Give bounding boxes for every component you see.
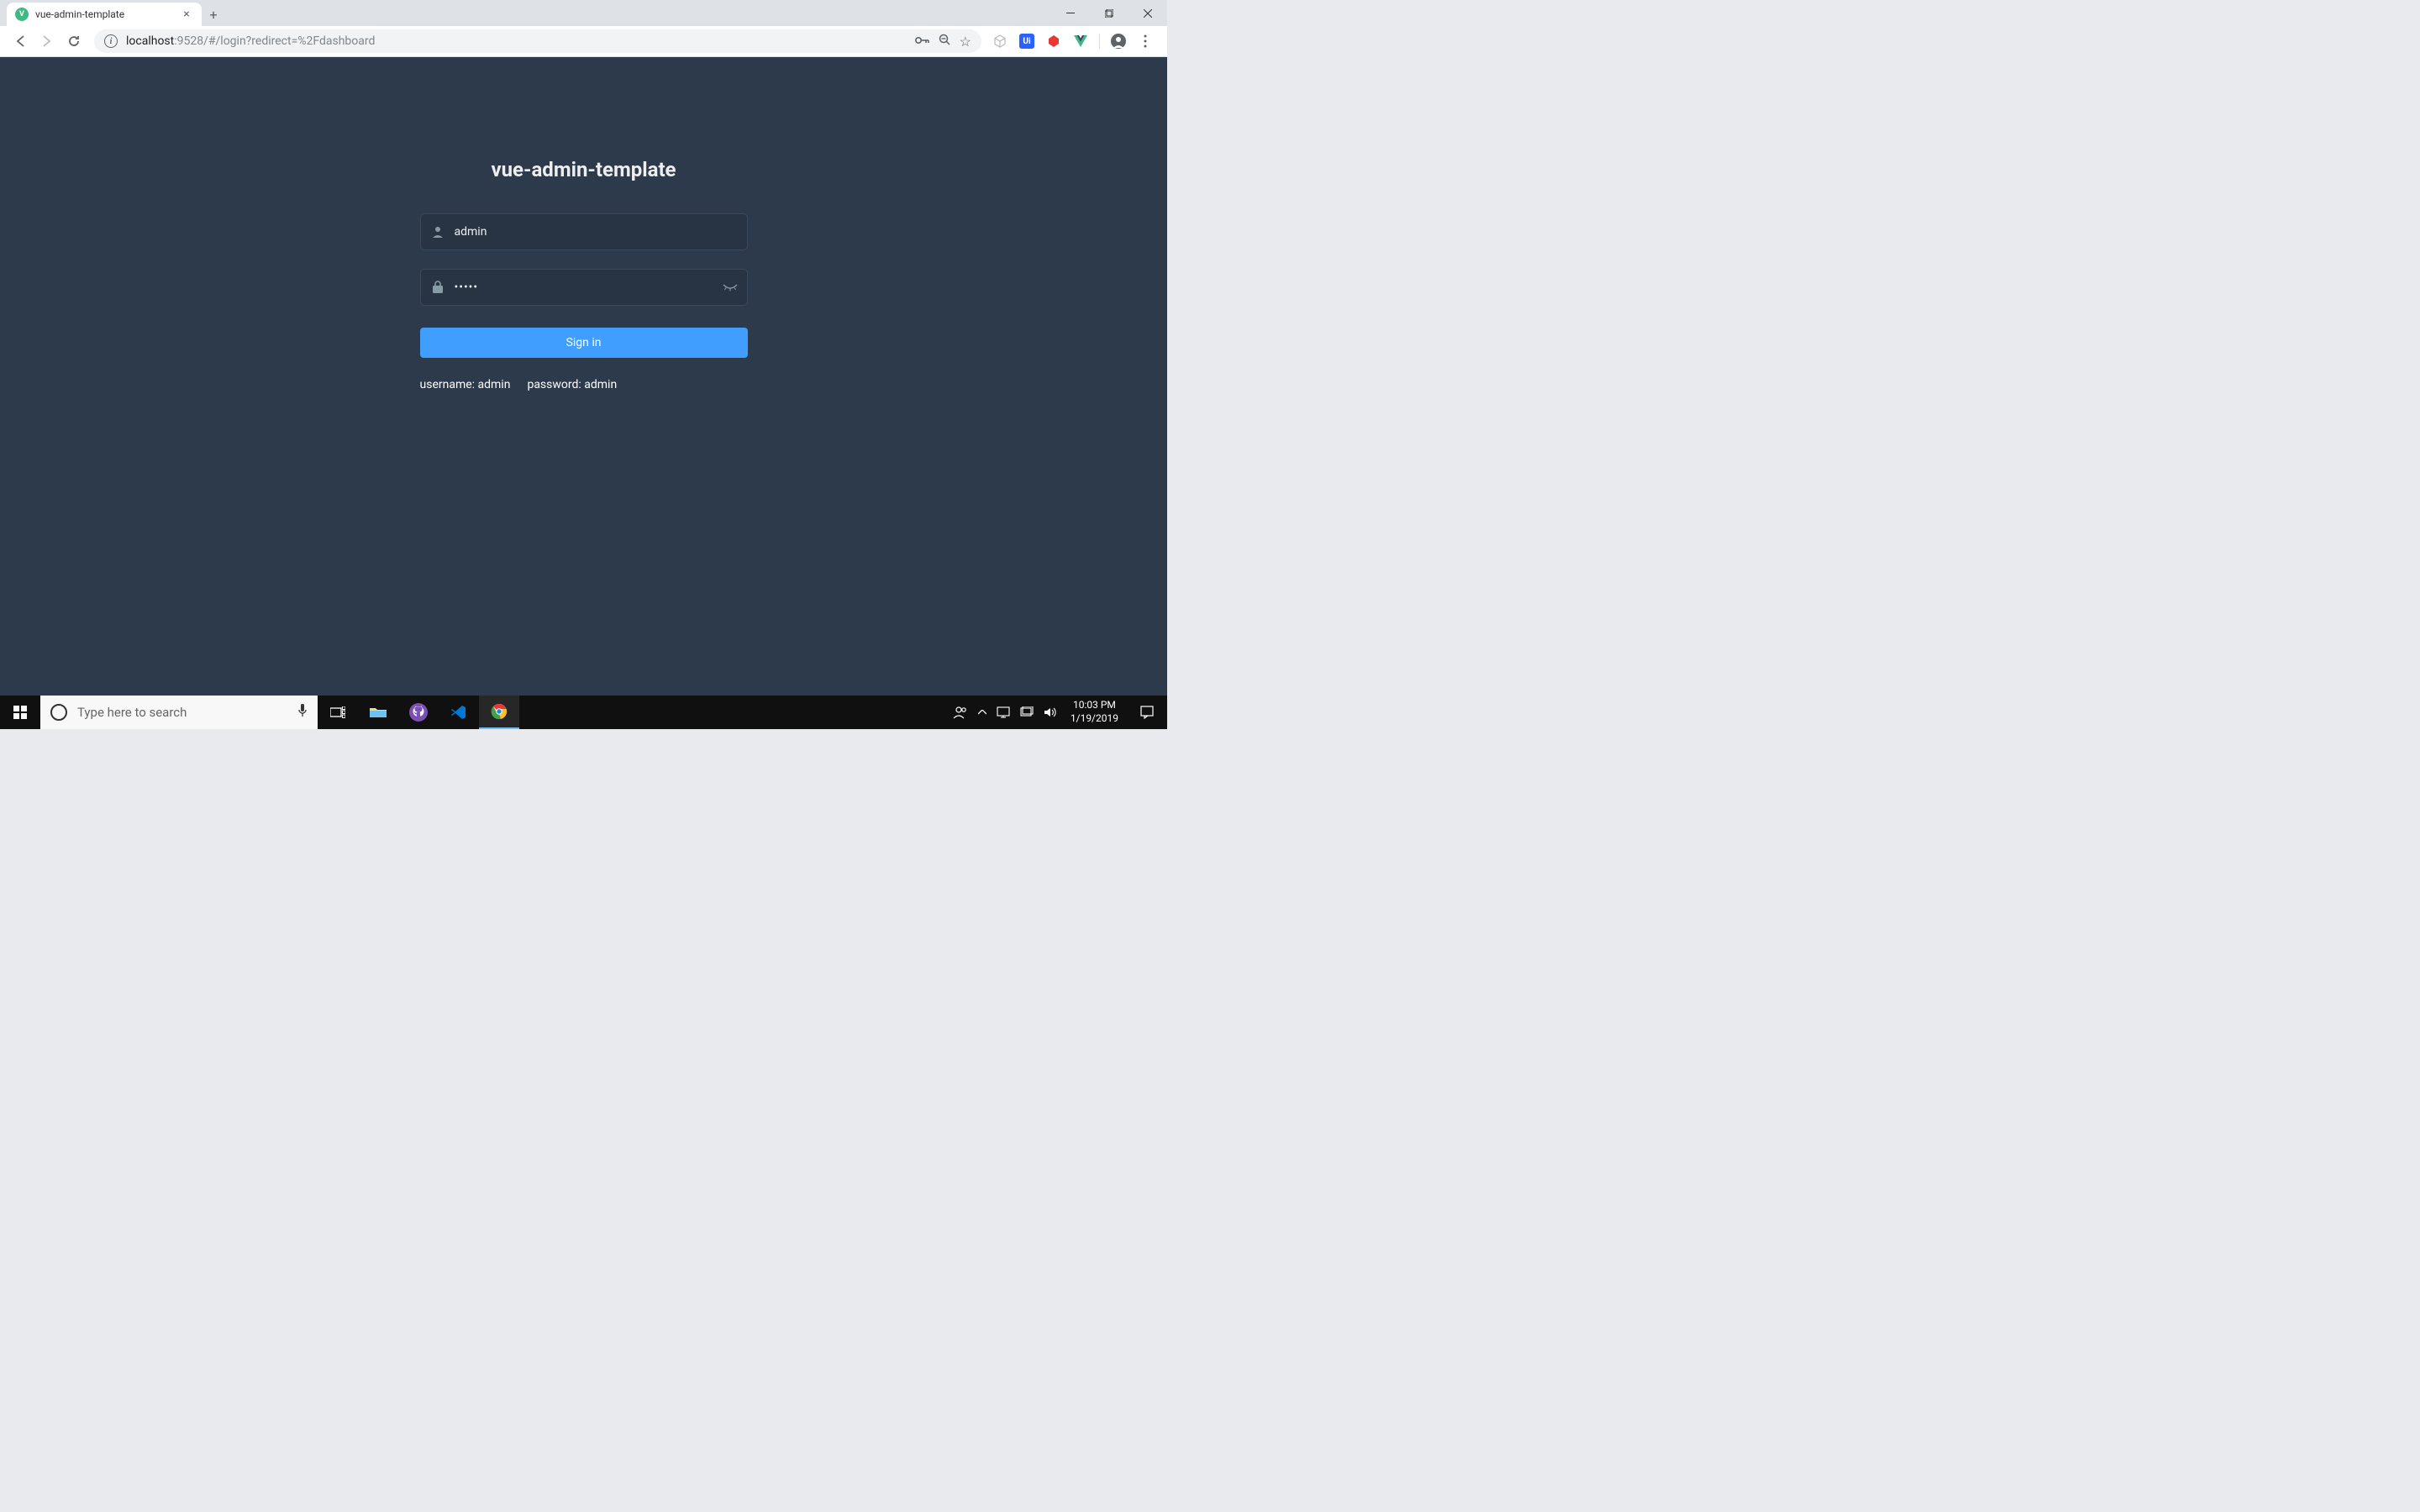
tab-title: vue-admin-template <box>35 8 180 20</box>
network-icon[interactable] <box>1015 696 1039 729</box>
username-group <box>420 213 748 250</box>
login-tips: username: admin password: admin <box>420 378 748 391</box>
zoom-icon[interactable] <box>939 34 951 50</box>
maximize-icon <box>1105 9 1113 18</box>
address-bar[interactable]: i localhost:9528/#/login?redirect=%2Fdas… <box>94 29 981 53</box>
windows-taskbar: Type here to search 10:03 <box>0 696 1167 729</box>
start-button[interactable] <box>0 696 40 729</box>
key-icon[interactable] <box>915 34 930 48</box>
url-port: :9528 <box>174 34 203 48</box>
tray-datetime[interactable]: 10:03 PM 1/19/2019 <box>1062 699 1127 725</box>
eye-closed-icon <box>723 283 738 291</box>
extension-ui-icon[interactable]: Ui <box>1015 29 1039 53</box>
lock-icon <box>421 281 455 294</box>
star-icon[interactable]: ☆ <box>960 34 971 50</box>
toggle-password-visibility[interactable] <box>713 283 747 291</box>
chrome-button[interactable] <box>479 696 519 729</box>
github-desktop-button[interactable] <box>398 696 439 729</box>
chrome-icon <box>491 703 508 720</box>
menu-icon[interactable] <box>1134 29 1157 53</box>
notifications-icon[interactable] <box>1127 696 1167 729</box>
tip-password: password: admin <box>527 378 617 391</box>
task-view-button[interactable] <box>318 696 358 729</box>
url-text: localhost:9528/#/login?redirect=%2Fdashb… <box>126 34 915 48</box>
vue-favicon: V <box>15 8 29 21</box>
arrow-right-icon <box>40 34 54 48</box>
vscode-button[interactable] <box>439 696 479 729</box>
site-info-icon[interactable]: i <box>104 34 118 48</box>
url-host: localhost <box>126 34 174 48</box>
back-button[interactable] <box>7 29 34 53</box>
file-explorer-button[interactable] <box>358 696 398 729</box>
close-tab-icon[interactable]: × <box>180 8 193 21</box>
toolbar-extensions: Ui <box>988 29 1160 53</box>
login-form: vue-admin-template Sign in username: adm… <box>420 158 748 696</box>
arrow-left-icon <box>13 34 27 48</box>
user-icon <box>421 225 455 239</box>
profile-icon[interactable] <box>1107 29 1130 53</box>
close-icon <box>1144 9 1152 18</box>
tip-username: username: admin <box>420 378 511 391</box>
close-window-button[interactable] <box>1128 0 1167 26</box>
github-icon <box>409 703 428 722</box>
search-placeholder: Type here to search <box>77 705 187 720</box>
extension-adblock-icon[interactable] <box>1042 29 1065 53</box>
taskbar-search[interactable]: Type here to search <box>40 696 318 729</box>
reload-icon <box>67 34 81 48</box>
browser-toolbar: i localhost:9528/#/login?redirect=%2Fdas… <box>0 26 1167 57</box>
password-group <box>420 269 748 306</box>
reload-button[interactable] <box>60 29 87 53</box>
password-input[interactable] <box>455 270 713 305</box>
url-path: /#/login?redirect=%2Fdashboard <box>203 34 375 48</box>
microphone-icon[interactable] <box>297 703 308 722</box>
browser-tab[interactable]: V vue-admin-template × <box>7 3 202 26</box>
windows-icon <box>13 706 27 719</box>
forward-button[interactable] <box>34 29 60 53</box>
task-view-icon <box>330 706 345 718</box>
login-title: vue-admin-template <box>420 158 748 181</box>
sign-in-button[interactable]: Sign in <box>420 328 748 358</box>
extension-cube-icon[interactable] <box>988 29 1012 53</box>
cast-icon[interactable] <box>992 696 1015 729</box>
window-controls <box>1051 0 1167 26</box>
browser-tab-strip: V vue-admin-template × + <box>0 0 1167 26</box>
minimize-button[interactable] <box>1051 0 1090 26</box>
username-input[interactable] <box>455 214 747 249</box>
tray-date: 1/19/2019 <box>1071 712 1118 726</box>
vscode-icon <box>450 704 467 721</box>
volume-icon[interactable] <box>1039 696 1062 729</box>
page-content: vue-admin-template Sign in username: adm… <box>0 57 1167 696</box>
new-tab-button[interactable]: + <box>202 3 225 26</box>
tray-time: 10:03 PM <box>1071 699 1118 712</box>
people-icon[interactable] <box>948 696 973 729</box>
folder-icon <box>370 706 387 719</box>
maximize-button[interactable] <box>1090 0 1128 26</box>
cortana-icon <box>50 704 67 721</box>
system-tray: 10:03 PM 1/19/2019 <box>948 696 1167 729</box>
tray-chevron-icon[interactable] <box>973 696 992 729</box>
extension-vue-icon[interactable] <box>1069 29 1092 53</box>
